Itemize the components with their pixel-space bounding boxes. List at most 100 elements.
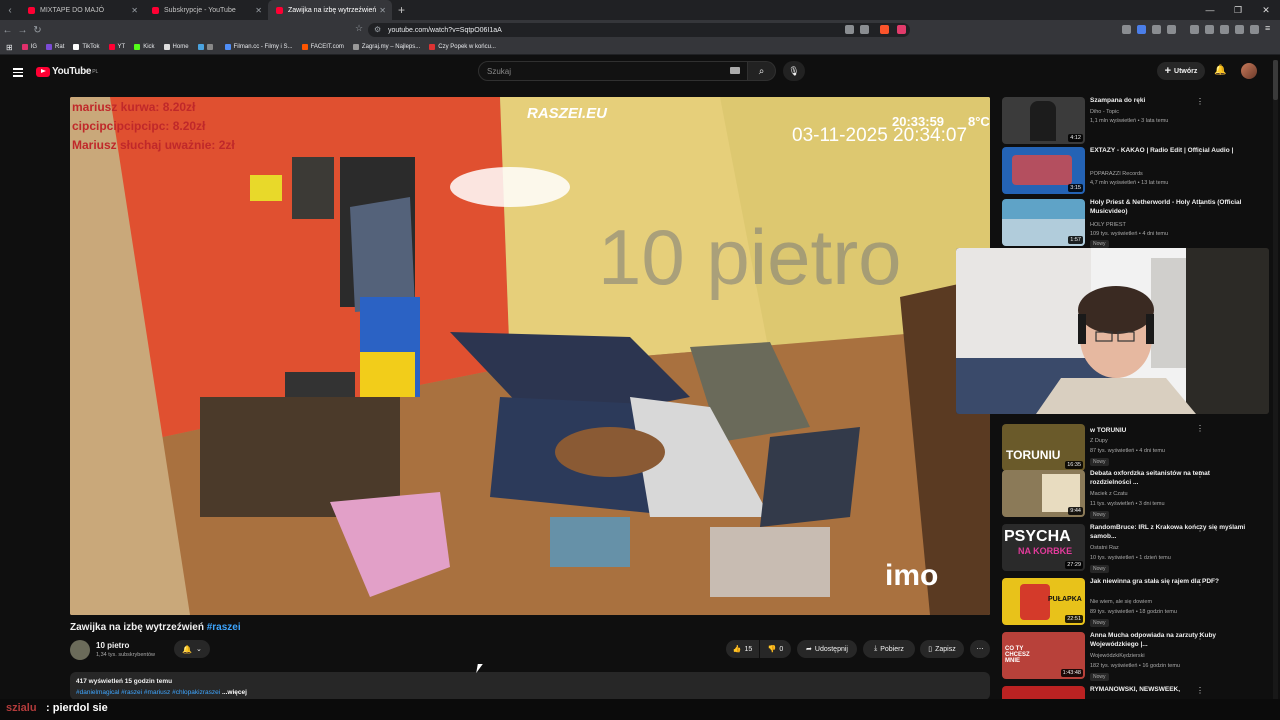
title-hashtag[interactable]: #raszei <box>207 622 241 633</box>
video-thumbnail[interactable]: CO TY CHCESZ MNIE 1:43:48 <box>1002 632 1085 679</box>
bookmark-popek[interactable]: Czy Popek w końcu... <box>429 44 496 50</box>
recommendation-title[interactable]: RYMANOWSKI, NEWSWEEK, <box>1090 686 1250 695</box>
more-actions-button[interactable]: ⋯ <box>970 640 990 658</box>
recommendation-channel[interactable]: WojewódzkiKędzierski <box>1090 653 1145 659</box>
video-thumbnail[interactable]: 4:12 <box>1002 97 1085 144</box>
recommendation-channel[interactable]: Z Dupy <box>1090 438 1108 444</box>
minimize-icon[interactable]: — <box>1196 5 1224 15</box>
recommendation-title[interactable]: RandomBruce: IRL z Krakowa kończy się my… <box>1090 524 1250 541</box>
more-options-icon[interactable]: ⋮ <box>1196 470 1204 479</box>
close-tab-icon[interactable]: ✕ <box>131 6 138 15</box>
recommendation-channel[interactable]: Ostatni Raz <box>1090 545 1119 551</box>
site-info-icon[interactable]: ⚙ <box>374 25 381 34</box>
close-window-icon[interactable]: ✕ <box>1252 5 1280 16</box>
video-thumbnail[interactable]: 9:44 <box>1002 470 1085 517</box>
apps-icon[interactable]: ⊞ <box>6 43 13 52</box>
bookmark-tiktok[interactable]: TikTok <box>73 44 100 50</box>
recommendation-channel[interactable]: HOLY PRIEST <box>1090 222 1126 228</box>
scrollbar-thumb[interactable] <box>1273 60 1278 100</box>
more-options-icon[interactable]: ⋮ <box>1196 97 1204 106</box>
recommendation-title[interactable]: Jak niewinna gra stała się rajem dla PDF… <box>1090 578 1250 587</box>
recommendation-item[interactable]: RYMANOWSKI, NEWSWEEK, ⋮ <box>1002 686 1262 700</box>
recommendation-item[interactable]: PSYCHA NA KORBKE 27:29 RandomBruce: IRL z … <box>1002 524 1262 574</box>
star-icon[interactable] <box>866 25 875 34</box>
brave-rewards-icon[interactable] <box>897 25 906 34</box>
guide-menu-icon[interactable] <box>13 66 23 77</box>
recommendation-item[interactable]: 1:57 Holy Priest & Netherworld - Holy At… <box>1002 199 1262 249</box>
bookmark-home[interactable]: Home <box>163 44 189 50</box>
new-tab-icon[interactable]: + <box>398 3 405 17</box>
close-tab-icon[interactable]: ✕ <box>255 6 262 15</box>
bookmark-zagraj[interactable]: Zagraj.my – Najleps... <box>352 44 420 50</box>
browser-tab-1[interactable]: MIXTAPE DO MAJÓ ✕ <box>20 0 144 20</box>
cast-icon[interactable] <box>845 25 854 34</box>
shield-icon[interactable] <box>1250 25 1259 34</box>
extension-icon-2[interactable] <box>1152 25 1161 34</box>
recommendation-item[interactable]: 4:12 Szampana do ręki Diho - Topic 1,1 m… <box>1002 97 1262 147</box>
recommendation-channel[interactable]: Nie wiem, ale się dowiem <box>1090 599 1152 605</box>
recommendation-title[interactable]: Holy Priest & Netherworld - Holy Atlanti… <box>1090 199 1250 216</box>
wallet-icon[interactable] <box>1220 25 1229 34</box>
reload-icon[interactable]: ↻ <box>30 25 45 36</box>
voice-search-icon[interactable]: 🎙 <box>783 61 805 81</box>
back-icon[interactable]: ← <box>0 25 15 36</box>
notifications-icon[interactable]: 🔔 <box>1214 65 1226 76</box>
recommendation-channel[interactable]: Maciek z Czatu <box>1090 491 1128 497</box>
recommendation-item[interactable]: CO TY CHCESZ MNIE 1:43:48 Anna Mucha odpo… <box>1002 632 1262 682</box>
recommendation-item[interactable]: 3:15 EXTAZY - KAKAO | Radio Edit | Offic… <box>1002 147 1262 197</box>
more-options-icon[interactable]: ⋮ <box>1196 524 1204 533</box>
tab-scroll-icon[interactable]: ‹ <box>0 5 20 16</box>
bookmark-misc[interactable] <box>197 44 216 50</box>
account-avatar[interactable] <box>1241 63 1257 79</box>
ai-icon[interactable] <box>1235 25 1244 34</box>
menu-icon[interactable]: ≡ <box>1265 23 1270 33</box>
recommendation-item[interactable]: 9:44 Debata oxfordzka seitanistów na tem… <box>1002 470 1262 520</box>
recommendation-title[interactable]: Szampana do ręki <box>1090 97 1250 106</box>
bookmark-rat[interactable]: Rat <box>46 44 64 50</box>
like-button[interactable]: 👍 15 <box>726 640 759 658</box>
video-thumbnail[interactable]: 1:57 <box>1002 199 1085 246</box>
recommendation-item[interactable]: PUŁAPKA 22:51 Jak niewinna gra stała się … <box>1002 578 1262 628</box>
recommendation-channel[interactable]: Diho - Topic <box>1090 109 1119 115</box>
create-button[interactable]: + Utwórz <box>1157 62 1205 80</box>
sidebar-icon[interactable] <box>1205 25 1214 34</box>
brave-shield-icon[interactable] <box>880 25 889 34</box>
search-button[interactable]: ⌕ <box>748 61 776 81</box>
video-thumbnail[interactable]: PUŁAPKA 22:51 <box>1002 578 1085 625</box>
video-thumbnail[interactable]: PSYCHA NA KORBKE 27:29 <box>1002 524 1085 571</box>
subscription-bell-button[interactable]: 🔔 ⌄ <box>174 640 210 658</box>
bookmark-yt[interactable]: YT <box>108 44 125 50</box>
bookmark-ig[interactable]: IG <box>21 44 37 50</box>
bookmark-filman[interactable]: Filman.cc - Filmy i S... <box>224 44 293 50</box>
address-bar[interactable]: ⚙ youtube.com/watch?v=SqtpO06I1aA <box>368 23 910 37</box>
download-button[interactable]: ⤓ Pobierz <box>863 640 915 658</box>
bookmark-kick[interactable]: Kick <box>134 44 155 50</box>
more-options-icon[interactable]: ⋮ <box>1196 147 1204 156</box>
browser-tab-3[interactable]: Zawijka na izbę wytrzeźwień ✕ <box>268 0 392 20</box>
page-scrollbar[interactable] <box>1273 60 1278 700</box>
more-options-icon[interactable]: ⋮ <box>1196 424 1204 433</box>
extension-icon-3[interactable] <box>1167 25 1176 34</box>
more-link[interactable]: ...więcej <box>222 689 247 696</box>
search-input[interactable]: Szukaj <box>478 61 748 81</box>
channel-avatar[interactable] <box>70 640 90 660</box>
music-icon[interactable] <box>1190 25 1199 34</box>
vpn-icon[interactable] <box>1122 25 1131 34</box>
video-player[interactable]: mariusz kurwa: 8.20zł cipcipcipcipcipc: … <box>70 97 990 615</box>
maximize-icon[interactable]: ❐ <box>1224 5 1252 16</box>
video-thumbnail[interactable]: TORUNIU 16:35 <box>1002 424 1085 471</box>
recommendation-title[interactable]: w TORUNIU <box>1090 427 1250 436</box>
video-thumbnail[interactable] <box>1002 686 1085 700</box>
description-box[interactable]: 417 wyświetleń 15 godzin temu #danielmag… <box>70 672 990 700</box>
recommendation-title[interactable]: Debata oxfordzka seitanistów na temat ro… <box>1090 470 1250 487</box>
recommendation-channel[interactable]: POPARAZZI Records <box>1090 171 1143 177</box>
youtube-logo[interactable]: YouTube PL <box>36 66 98 77</box>
recommendation-title[interactable]: EXTAZY - KAKAO | Radio Edit | Official A… <box>1090 147 1250 156</box>
more-options-icon[interactable]: ⋮ <box>1196 199 1204 208</box>
extension-icon-1[interactable] <box>1137 25 1146 34</box>
video-thumbnail[interactable]: 3:15 <box>1002 147 1085 194</box>
keyboard-icon[interactable] <box>730 67 740 74</box>
channel-name[interactable]: 10 pietro <box>96 641 129 650</box>
recommendation-item[interactable]: TORUNIU 16:35 w TORUNIU Z Dupy 87 tys. wy… <box>1002 424 1262 474</box>
more-options-icon[interactable]: ⋮ <box>1196 686 1204 695</box>
